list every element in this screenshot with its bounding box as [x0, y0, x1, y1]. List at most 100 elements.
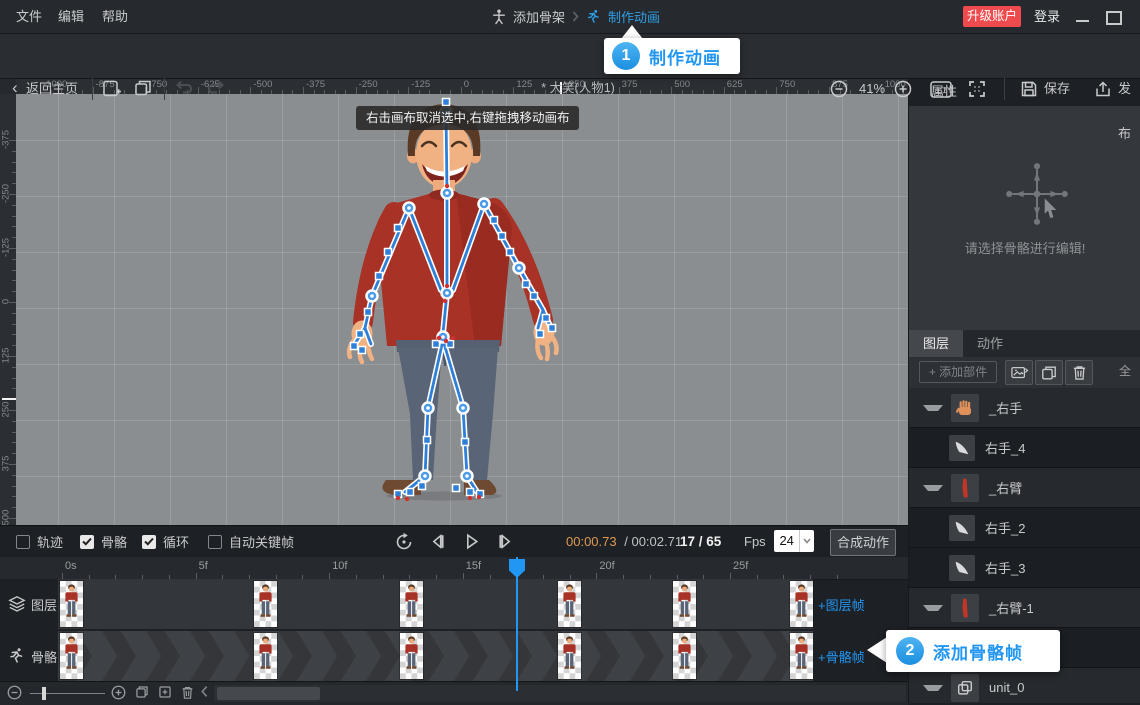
collapse-caret-icon[interactable]: [923, 405, 943, 411]
window-maximize-icon[interactable]: [1106, 11, 1122, 25]
time-display: 00:00.73 / 00:02.71: [566, 526, 682, 557]
callout2-label: 添加骨骼帧: [933, 639, 1023, 664]
keyframe-thumbnail[interactable]: [400, 581, 423, 627]
timeline-zoom-slider-handle[interactable]: [42, 687, 46, 700]
arm-icon: [951, 474, 979, 502]
undo-icon[interactable]: [174, 79, 194, 99]
panel-toolbar: + 添加部件 全选: [909, 357, 1140, 389]
ruler-tick: [9, 248, 16, 249]
layer-row-5[interactable]: _右臂-1: [909, 588, 1140, 628]
add-part-button[interactable]: + 添加部件: [919, 361, 997, 383]
time-current: 00:00.73: [566, 534, 617, 549]
delete-layer-button[interactable]: [1065, 360, 1093, 385]
keyframe-thumbnail[interactable]: [673, 633, 696, 679]
fullscreen-icon[interactable]: [968, 80, 988, 100]
checkbox-unchecked-icon[interactable]: [16, 535, 30, 549]
keyframe-thumbnail[interactable]: [400, 633, 423, 679]
ruler-tick: [513, 87, 514, 94]
timeline-zoom-out-icon[interactable]: [7, 685, 23, 701]
keyframe-thumbnail[interactable]: [558, 581, 581, 627]
layer-row-6[interactable]: unit_0: [909, 668, 1140, 703]
bone-frames-track[interactable]: [58, 631, 813, 681]
play-button[interactable]: [462, 532, 482, 552]
compose-action-button[interactable]: 合成动作: [830, 529, 896, 556]
callout1-arrow: [621, 25, 643, 39]
new-canvas-icon[interactable]: [102, 79, 122, 99]
frame-ruler-label: 15f: [466, 560, 481, 572]
fps-dropdown[interactable]: 24: [774, 530, 814, 552]
replay-button[interactable]: [394, 532, 414, 552]
keyframe-thumbnail[interactable]: [60, 633, 83, 679]
add-bone-frame-button[interactable]: +骨骼帧: [818, 647, 865, 666]
add-layer-frame-button[interactable]: +图层帧: [818, 595, 865, 614]
layer-row-2[interactable]: _右臂: [909, 468, 1140, 508]
unit-icon: [951, 674, 979, 702]
fps-label: Fps: [744, 526, 766, 557]
zoom-in-icon[interactable]: [894, 80, 914, 100]
layer-row-0[interactable]: _右手: [909, 388, 1140, 428]
keyframe-thumbnail[interactable]: [558, 633, 581, 679]
login-button[interactable]: 登录: [1034, 0, 1060, 33]
save-button[interactable]: 保存: [1044, 66, 1070, 111]
collapse-caret-icon[interactable]: [923, 605, 943, 611]
redo-icon[interactable]: [206, 79, 226, 99]
actual-size-icon[interactable]: 1:1: [930, 81, 950, 101]
arm-icon: [951, 594, 979, 622]
copy-frame-icon[interactable]: [135, 685, 151, 701]
toggle-label: 循环: [163, 532, 189, 551]
duplicate-icon[interactable]: [134, 79, 154, 99]
tab-actions[interactable]: 动作: [963, 330, 1017, 357]
step-add-skeleton[interactable]: 添加骨架: [513, 7, 565, 26]
h-ruler-label: -500: [253, 79, 272, 90]
keyframe-thumbnail[interactable]: [60, 581, 83, 627]
next-frame-button[interactable]: [496, 532, 516, 552]
layer-track-header: 图层: [0, 579, 58, 629]
layer-row-1[interactable]: 右手_4: [909, 428, 1140, 468]
menu-help[interactable]: 帮助: [102, 0, 128, 33]
checkbox-checked-icon[interactable]: [80, 535, 94, 549]
keyframe-thumbnail[interactable]: [790, 581, 813, 627]
layer-row-label: _右臂-1: [989, 598, 1034, 617]
window-minimize-icon[interactable]: [1076, 20, 1089, 22]
menu-file[interactable]: 文件: [16, 0, 42, 33]
delete-frame-icon[interactable]: [181, 685, 197, 701]
collapse-caret-icon[interactable]: [923, 485, 943, 491]
replace-image-button[interactable]: [1005, 360, 1033, 385]
vertical-ruler: -375-250-1250125250375500: [0, 94, 16, 525]
timeline-zoom-in-icon[interactable]: [111, 685, 127, 701]
keyframe-thumbnail[interactable]: [673, 581, 696, 627]
timeline-ruler[interactable]: 0s5f10f15f20f25f: [0, 557, 908, 580]
paste-frame-icon[interactable]: [158, 685, 174, 701]
layer-row-4[interactable]: 右手_3: [909, 548, 1140, 588]
select-all-button[interactable]: 全选: [1119, 361, 1140, 381]
upgrade-account-button[interactable]: 升级账户: [963, 6, 1021, 27]
frame-ruler-tick: [837, 575, 838, 579]
ruler-tick: [9, 194, 16, 195]
save-icon: [1020, 80, 1040, 100]
zoom-out-icon[interactable]: [830, 80, 850, 100]
h-ruler-label: 0: [464, 79, 469, 90]
breadcrumb-separator-icon: [572, 11, 579, 22]
wedge-icon: [949, 555, 975, 581]
checkbox-checked-icon[interactable]: [142, 535, 156, 549]
animation-canvas[interactable]: 右击画布取消选中,右键拖拽移动画布: [16, 94, 908, 525]
character-with-skeleton[interactable]: [310, 94, 590, 514]
checkbox-unchecked-icon[interactable]: [208, 535, 222, 549]
previous-frame-button[interactable]: [428, 532, 448, 552]
keyframe-thumbnail[interactable]: [254, 633, 277, 679]
menu-edit[interactable]: 编辑: [58, 0, 84, 33]
keyframe-thumbnail[interactable]: [790, 633, 813, 679]
copy-layer-button[interactable]: [1035, 360, 1063, 385]
callout-step1: 1 制作动画: [604, 38, 740, 74]
keyframe-thumbnail[interactable]: [254, 581, 277, 627]
layer-row-label: unit_0: [989, 680, 1024, 695]
layer-frames-track[interactable]: [58, 579, 813, 629]
chevron-pattern: [586, 631, 620, 681]
publish-button[interactable]: 发布: [1118, 66, 1140, 111]
back-home-button[interactable]: 返回主页: [26, 66, 78, 111]
collapse-caret-icon[interactable]: [923, 685, 943, 691]
timeline-scrollbar-handle[interactable]: [217, 687, 320, 700]
step-make-animation[interactable]: 制作动画: [608, 7, 660, 26]
tab-layers[interactable]: 图层: [909, 330, 963, 357]
layer-row-3[interactable]: 右手_2: [909, 508, 1140, 548]
